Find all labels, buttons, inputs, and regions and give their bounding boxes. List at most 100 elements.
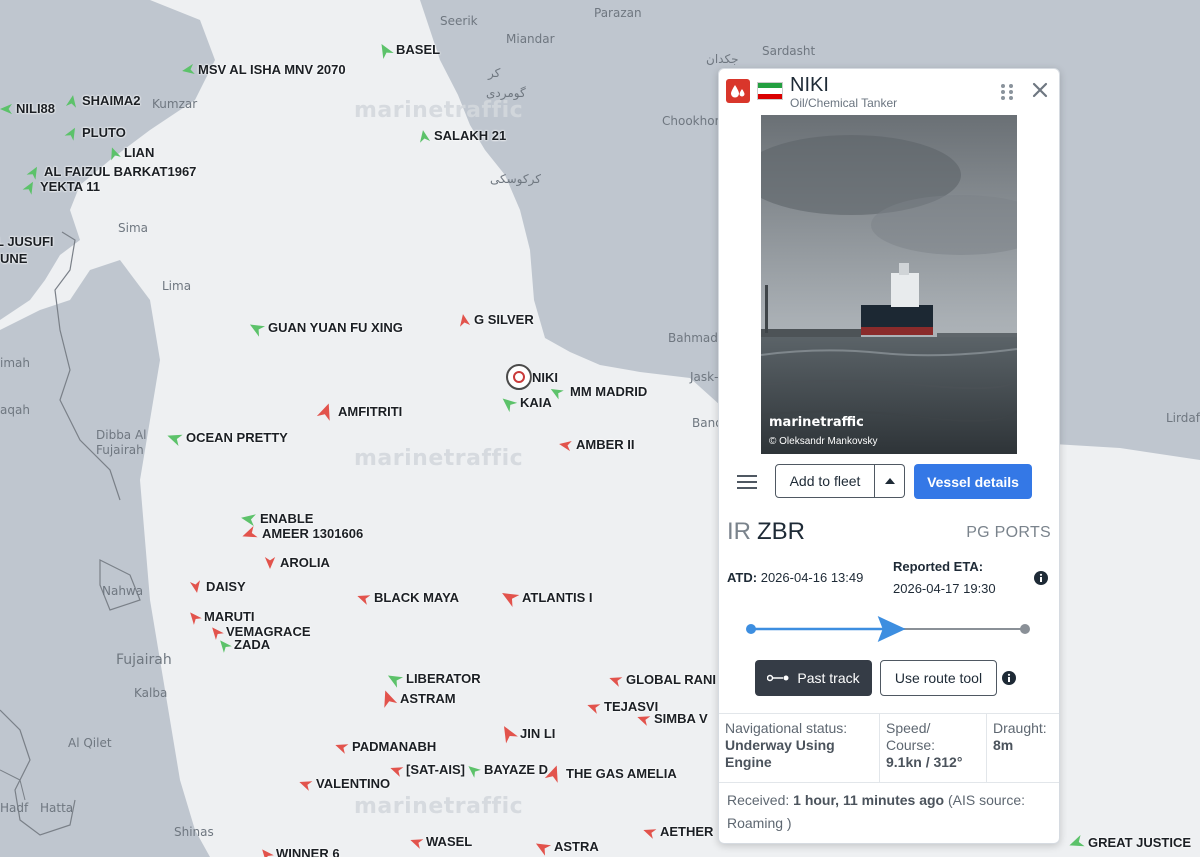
photo-watermark: marinetraffic	[769, 415, 864, 430]
info-icon[interactable]	[1034, 571, 1048, 585]
vessel-type: Oil/Chemical Tanker	[790, 96, 898, 110]
vessel-marker[interactable]: GLOBAL RANI	[608, 672, 716, 687]
vessel-arrow-icon	[384, 690, 398, 708]
speed-label: Speed/ Course:	[886, 720, 936, 753]
draught-value: 8m	[993, 737, 1014, 753]
route-tool-button[interactable]: Use route tool	[880, 660, 997, 696]
vessel-marker[interactable]: PADMANABH	[334, 739, 436, 754]
add-to-fleet-dropdown[interactable]	[875, 464, 905, 498]
eta-label: Reported ETA:	[893, 559, 984, 574]
vessel-marker[interactable]: VALENTINO	[298, 776, 390, 791]
vessel-marker[interactable]: AMEER 1301606	[240, 525, 363, 541]
eta-value: 2026-04-17 19:30	[893, 581, 996, 596]
vessel-arrow-icon	[459, 313, 471, 327]
place-label: Fujairah	[116, 652, 172, 668]
vessel-marker[interactable]: AMBER II	[558, 437, 635, 452]
past-track-button[interactable]: Past track	[755, 660, 872, 696]
vessel-arrow-icon	[419, 129, 431, 143]
vessel-marker[interactable]: AL FAIZUL BARKAT1967	[26, 164, 196, 180]
vessel-marker[interactable]: OCEAN PRETTY	[166, 430, 288, 446]
vessel-marker[interactable]: BAYAZE D	[466, 762, 548, 778]
place-label: imah	[0, 356, 30, 370]
vessel-marker[interactable]: BASEL	[378, 42, 440, 59]
vessel-marker[interactable]: AMFITRITI	[316, 402, 402, 421]
vessel-marker[interactable]: THE GAS AMELIA	[544, 764, 677, 783]
vessel-photo[interactable]: marinetraffic © Oleksandr Mankovsky	[761, 115, 1017, 454]
received-value: 1 hour, 11 minutes ago	[793, 792, 945, 808]
vessel-marker[interactable]: AETHER	[642, 824, 713, 839]
vessel-marker[interactable]: GREAT JUSTICE	[1068, 834, 1191, 850]
vessel-marker[interactable]: DAISY	[189, 579, 246, 594]
vessel-arrow-icon	[249, 324, 266, 337]
vessel-marker[interactable]: BLACK MAYA	[356, 590, 459, 605]
vessel-name: NIKI	[790, 74, 829, 96]
place-label: گومردی	[486, 86, 526, 100]
vessel-marker[interactable]: YEKTA 11	[22, 179, 100, 195]
menu-icon[interactable]	[736, 471, 758, 493]
vessel-marker[interactable]: UNE	[0, 251, 27, 266]
vessel-marker[interactable]: [SAT-AIS]	[390, 762, 465, 777]
vessel-arrow-icon	[387, 675, 404, 688]
vessel-marker[interactable]: PLUTO	[64, 125, 126, 141]
vessel-marker[interactable]: JIN LI	[500, 724, 555, 744]
place-label: Sima	[118, 221, 148, 235]
vessel-marker[interactable]: ZADA	[218, 637, 270, 653]
vessel-marker[interactable]: ASTRAM	[380, 689, 456, 708]
vessel-marker[interactable]: G SILVER	[458, 312, 534, 327]
vessel-arrow-icon	[559, 440, 572, 451]
vessel-marker[interactable]: KAIA	[500, 395, 552, 412]
voyage-progress	[746, 616, 1030, 642]
vessel-arrow-icon	[410, 838, 424, 849]
vessel-marker[interactable]: AROLIA	[264, 555, 330, 570]
vessel-arrow-icon	[65, 94, 77, 108]
vessel-arrow-icon	[637, 715, 651, 726]
vessel-marker[interactable]: WASEL	[410, 834, 472, 849]
add-to-fleet-button[interactable]: Add to fleet	[775, 464, 875, 498]
vessel-arrow-icon	[357, 594, 371, 605]
place-label: کر	[488, 66, 501, 80]
place-label: aqah	[0, 403, 30, 417]
vessel-marker[interactable]: ASTRA	[534, 839, 599, 856]
vessel-arrow-icon	[544, 765, 558, 783]
vessel-marker[interactable]: LIAN	[108, 145, 154, 160]
nav-status-label: Navigational status:	[725, 720, 848, 736]
place-label: Miandar	[506, 32, 555, 46]
drag-handle-icon[interactable]	[999, 82, 1015, 102]
place-label: Hatta	[40, 801, 74, 815]
vessel-marker[interactable]: MARUTI	[188, 609, 255, 625]
vessel-marker[interactable]: L JUSUFI	[0, 234, 54, 249]
vessel-marker[interactable]: GUAN YUAN FU XING	[248, 320, 403, 337]
place-label: Fujairah	[96, 443, 144, 457]
vessel-marker[interactable]: SHAIMA2	[65, 93, 141, 108]
destination-region: PG PORTS	[966, 524, 1051, 541]
vessel-arrow-icon	[189, 579, 201, 593]
vessel-info-panel: NIKI Oil/Chemical Tanker marinetraffic ©…	[718, 68, 1060, 844]
vessel-marker[interactable]: NIKI	[532, 370, 558, 385]
vessel-arrow-icon	[167, 434, 183, 446]
vessel-marker[interactable]: MM MADRID	[550, 384, 647, 399]
past-track-label: Past track	[797, 670, 860, 686]
vessel-marker[interactable]: SIMBA V	[636, 711, 708, 726]
place-label: Hadf	[0, 801, 29, 815]
vessel-marker[interactable]: LIBERATOR	[386, 671, 481, 688]
close-icon[interactable]	[1030, 80, 1050, 100]
vessel-marker[interactable]: MSV AL ISHA MNV 2070	[182, 62, 346, 77]
vessel-marker[interactable]: ATLANTIS I	[500, 589, 593, 607]
received-info: Received: 1 hour, 11 minutes ago (AIS so…	[727, 789, 1052, 835]
vessel-arrow-icon	[381, 43, 394, 59]
vessel-arrow-icon	[502, 398, 518, 412]
vessel-marker[interactable]: SALAKH 21	[418, 128, 506, 143]
destination-country: IR	[727, 518, 751, 545]
place-label: جکدان	[706, 52, 739, 66]
vessel-arrow-icon	[1069, 834, 1085, 846]
atd-label: ATD:	[727, 570, 758, 585]
vessel-arrow-icon	[468, 765, 481, 778]
vessel-marker[interactable]: WINNER 6	[260, 846, 340, 857]
vessel-details-button[interactable]: Vessel details	[914, 464, 1032, 499]
info-icon[interactable]	[1002, 671, 1016, 685]
map-watermark: marinetraffic	[354, 98, 524, 123]
vessel-marker[interactable]: NILI88	[0, 101, 55, 116]
nav-status-cell: Navigational status: Underway Using Engi…	[719, 714, 880, 782]
selected-vessel-marker[interactable]	[506, 364, 532, 390]
place-label: Kumzar	[152, 97, 198, 111]
